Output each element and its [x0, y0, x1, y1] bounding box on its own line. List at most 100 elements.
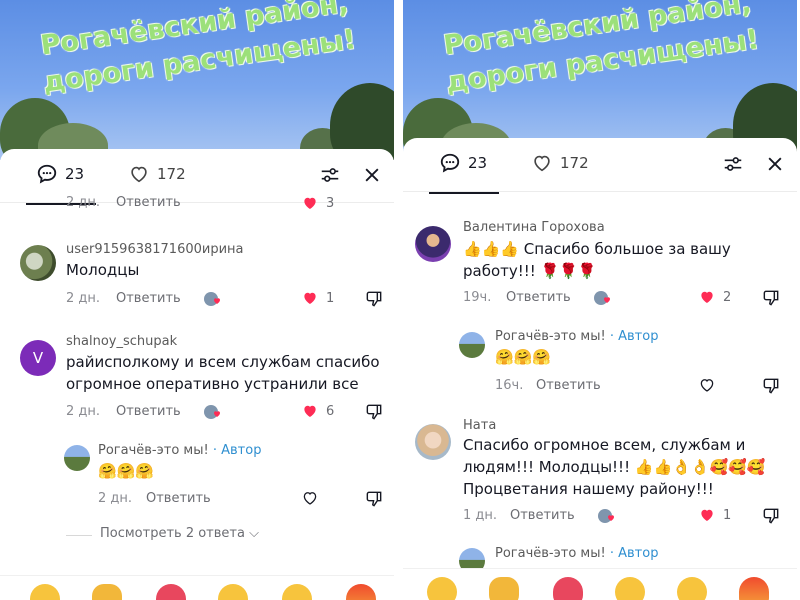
thumbs-up-emoji-icon[interactable] [92, 584, 122, 600]
comment-username[interactable]: Валентина Горохова [463, 220, 605, 235]
like-button[interactable]: 1 [697, 506, 731, 524]
creator-liked-icon [203, 291, 223, 307]
author-avatar[interactable] [459, 332, 485, 358]
video-banner: Рогачёвский район, дороги расчищены! [0, 0, 394, 160]
author-name: Рогачёв-это мы! [495, 329, 606, 344]
close-icon[interactable] [360, 163, 384, 187]
heart-filled-icon [304, 405, 316, 417]
comment-username[interactable]: shalnoy_schupak [66, 334, 177, 349]
avatar[interactable] [415, 226, 451, 262]
reply-username[interactable]: Рогачёв-это мы! · Автор [98, 443, 261, 458]
comments-panel-left: Рогачёвский район, дороги расчищены! 23 … [0, 0, 394, 600]
heart-eyes-emoji-icon[interactable] [156, 584, 186, 600]
tab-likes[interactable]: 172 [128, 163, 186, 185]
reply-username[interactable]: Рогачёв-это мы! · Автор [495, 329, 658, 344]
smile-emoji-icon[interactable] [427, 577, 457, 600]
comment-time: 19ч. [463, 290, 492, 305]
like-button[interactable]: 1 [300, 289, 334, 307]
like-button[interactable]: 3 [300, 194, 334, 212]
reply-button[interactable]: Ответить [146, 491, 211, 506]
comment-time: 2 дн. [66, 291, 101, 306]
fire-emoji-icon[interactable] [346, 584, 376, 600]
comment-text: Молодцы [66, 261, 140, 279]
smile-emoji-icon[interactable] [30, 584, 60, 600]
comments-sheet: 23 172 Валентина Горохова 👍👍👍 Спасибо бо… [403, 138, 797, 600]
author-avatar[interactable] [64, 445, 90, 471]
view-more-replies-button[interactable]: Посмотреть 2 ответа ⌵ [100, 526, 259, 541]
comment-username[interactable]: user9159638171600ирина [66, 242, 244, 257]
like-count: 1 [326, 290, 335, 306]
comment-time: 2 дн. [66, 404, 101, 419]
dislike-icon[interactable] [761, 506, 781, 526]
dislike-icon[interactable] [761, 288, 781, 308]
grin-emoji-icon[interactable] [677, 577, 707, 600]
tab-likes[interactable]: 172 [531, 152, 589, 174]
emoji-quick-bar [0, 575, 394, 600]
heart-outline-icon [700, 379, 714, 392]
like-count: 1 [723, 507, 732, 523]
fire-emoji-icon[interactable] [739, 577, 769, 600]
like-count: 3 [326, 195, 335, 211]
creator-liked-icon [597, 508, 617, 524]
like-count: 6 [326, 403, 335, 419]
dislike-icon[interactable] [364, 289, 384, 309]
heart-outline-icon [303, 492, 317, 505]
grin-emoji-icon[interactable] [282, 584, 312, 600]
reply-text: 🤗🤗🤗 [495, 348, 552, 366]
comment-bubble-icon [37, 164, 57, 184]
reply-button[interactable]: Ответить [116, 195, 181, 210]
reply-text: 🤗🤗🤗 [98, 462, 155, 480]
like-button[interactable]: 2 [697, 288, 731, 306]
surprised-emoji-icon[interactable] [218, 584, 248, 600]
avatar[interactable]: V [20, 340, 56, 376]
comment-text: 👍👍👍 Спасибо большое за вашу работу!!! 🌹🌹… [463, 240, 731, 280]
comments-panel-right: Рогачёвский район, дороги расчищены! 23 … [403, 0, 797, 600]
reply-button[interactable]: Ответить [536, 378, 601, 393]
author-badge: · Автор [609, 546, 659, 561]
video-banner: Рогачёвский район, дороги расчищены! [403, 0, 797, 160]
like-button[interactable] [697, 376, 717, 394]
reply-button[interactable]: Ответить [116, 404, 181, 419]
filter-icon[interactable] [318, 163, 342, 187]
comments-sheet: 23 172 2 дн. Ответить 3 user915963817160… [0, 149, 394, 600]
heart-eyes-emoji-icon[interactable] [553, 577, 583, 600]
comments-tabs: 23 172 [403, 138, 797, 194]
like-button[interactable]: 6 [300, 402, 334, 420]
banner-title: Рогачёвский район, дороги расчищены! [441, 0, 761, 99]
like-button[interactable] [300, 489, 320, 507]
emoji-quick-bar [403, 568, 797, 600]
comment-text: Спасибо огромное всем, службам и людям!!… [463, 436, 766, 498]
dislike-icon[interactable] [364, 489, 384, 509]
comment-time: 2 дн. [66, 195, 101, 210]
surprised-emoji-icon[interactable] [615, 577, 645, 600]
tab-comments[interactable]: 23 [428, 152, 500, 194]
close-icon[interactable] [763, 152, 787, 176]
creator-liked-icon [203, 404, 223, 420]
dislike-icon[interactable] [364, 402, 384, 422]
filter-icon[interactable] [721, 152, 745, 176]
thumbs-up-emoji-icon[interactable] [489, 577, 519, 600]
comment-text: райисполкому и всем службам спасибо огро… [66, 353, 380, 393]
heart-filled-icon [304, 197, 316, 209]
reply-button[interactable]: Ответить [510, 508, 575, 523]
comment-username[interactable]: Ната [463, 418, 496, 433]
dislike-icon[interactable] [761, 376, 781, 396]
comment-time: 1 дн. [463, 508, 498, 523]
heart-filled-icon [701, 509, 713, 521]
reply-time: 16ч. [495, 378, 524, 393]
author-badge: · Автор [609, 329, 659, 344]
heart-filled-icon [701, 291, 713, 303]
author-badge: · Автор [212, 443, 262, 458]
avatar[interactable] [415, 424, 451, 460]
author-name: Рогачёв-это мы! [98, 443, 209, 458]
reply-button[interactable]: Ответить [506, 290, 571, 305]
tab-comments[interactable]: 23 [25, 163, 97, 205]
comments-count: 23 [468, 154, 488, 172]
comment-bubble-icon [440, 153, 460, 173]
reply-username[interactable]: Рогачёв-это мы! · Автор [495, 546, 658, 561]
like-count: 2 [723, 289, 732, 305]
reply-button[interactable]: Ответить [116, 291, 181, 306]
creator-liked-icon [593, 290, 613, 306]
avatar[interactable] [20, 245, 56, 281]
likes-count: 172 [157, 165, 186, 183]
